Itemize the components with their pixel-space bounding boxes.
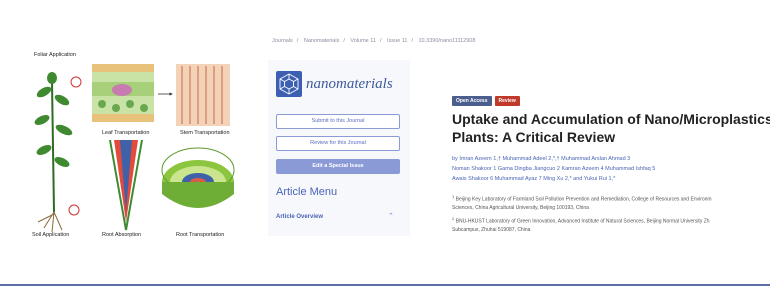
special-issue-button[interactable]: Edit a Special Issue [276,159,400,174]
graphical-abstract-image: Foliar Application Leaf Transportation S… [30,42,250,238]
breadcrumb-journal[interactable]: Nanomaterials [304,38,339,44]
affiliation-line: BNU-HKUST Laboratory of Green Innovation… [455,218,710,225]
authors-line1[interactable]: by Imran Azeem 1,† Muhammad Adeel 2,*,† … [452,154,770,164]
article-menu-title: Article Menu [276,186,338,198]
bottom-divider [0,284,770,286]
affiliation-1: 1 Beijing Key Laboratory of Farmland Soi… [452,193,770,212]
breadcrumb-doi[interactable]: 10.3390/nano11112908 [419,38,476,44]
label-stem: Stem Transportation [180,130,230,136]
breadcrumb-volume[interactable]: Volume 11 [350,38,376,44]
authors-line2[interactable]: Noman Shakoor 1 Gama Dingba Jiangcuo 2 K… [452,164,770,174]
authors-line3[interactable]: Awais Shakoor 6 Muhammad Ayaz 7 Ming Xu … [452,174,770,184]
breadcrumb-journals[interactable]: Journals [272,38,293,44]
journal-logo-icon [276,71,302,97]
article-tags: Open Access Review [452,96,520,106]
breadcrumb-issue[interactable]: Issue 11 [387,38,407,44]
affiliation-line: Sciences, China Agricultural University,… [452,204,589,211]
affiliation-line: Beijing Key Laboratory of Farmland Soil … [455,196,712,203]
journal-logo-text: nanomaterials [306,76,393,92]
review-button[interactable]: Review for this Journal [276,136,400,151]
article-title: Uptake and Accumulation of Nano/Micropla… [452,110,770,146]
affiliation-number: 2 [452,216,455,221]
open-access-badge: Open Access [452,96,492,106]
plant-uptake-diagram: Foliar Application Leaf Transportation S… [32,52,235,238]
review-badge: Review [494,96,520,106]
affiliation-number: 1 [452,194,455,199]
affiliation-2: 2 BNU-HKUST Laboratory of Green Innovati… [452,215,770,234]
article-header: Open Access Review Uptake and Accumulati… [418,60,770,236]
label-foliar: Foliar Application [34,52,76,58]
article-title-line2: Plants: A Critical Review [452,129,616,145]
label-leaf: Leaf Transportation [102,130,149,136]
label-soil: Soil Application [32,232,69,238]
affiliation-line: Subcampus, Zhuhai 519087, China [452,226,531,233]
chevron-up-icon[interactable]: ⌃ [388,212,394,220]
article-title-line1: Uptake and Accumulation of Nano/Micropla… [452,111,770,127]
label-root-transport: Root Transportation [176,232,224,238]
label-root-absorption: Root Absorption [102,232,141,238]
journal-logo[interactable]: nanomaterials [276,71,402,99]
journal-sidebar: nanomaterials Submit to this Journal Rev… [268,60,410,236]
page: Foliar Application Leaf Transportation S… [0,0,770,288]
article-overview-link[interactable]: Article Overview [276,214,323,220]
submit-button[interactable]: Submit to this Journal [276,114,400,129]
author-list: by Imran Azeem 1,† Muhammad Adeel 2,*,† … [452,154,770,184]
breadcrumb: Journals / Nanomaterials / Volume 11/ Issu… [272,38,476,44]
